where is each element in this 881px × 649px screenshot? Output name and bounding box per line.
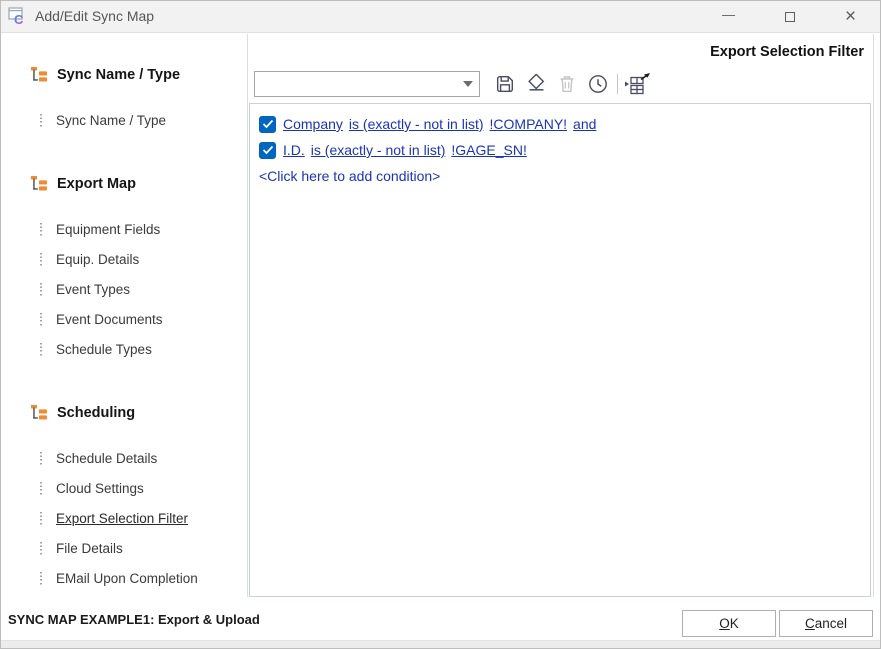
condition-conjunction-link[interactable]: and xyxy=(573,116,596,132)
drag-handle-icon xyxy=(40,253,42,266)
drag-handle-icon xyxy=(40,114,42,127)
sidebar-nav: Sync Name / Type Sync Name / Type Export… xyxy=(0,34,247,597)
chevron-down-icon xyxy=(463,81,473,87)
sidebar-item-event-documents[interactable]: Event Documents xyxy=(0,304,247,334)
minimize-button[interactable]: — xyxy=(698,0,759,33)
condition-operator-link[interactable]: is (exactly - not in list) xyxy=(311,142,446,158)
section-header-label: Export Map xyxy=(57,176,136,192)
condition-field-link[interactable]: I.D. xyxy=(283,142,305,158)
close-icon: × xyxy=(845,7,856,26)
condition-value-link[interactable]: !GAGE_SN! xyxy=(451,142,526,158)
sidebar-item-label: Event Documents xyxy=(56,312,163,327)
section-scheduling: Scheduling Schedule Details Cloud Settin… xyxy=(0,398,247,593)
drag-handle-icon xyxy=(40,572,42,585)
sidebar-item-label: Event Types xyxy=(56,282,130,297)
drag-handle-icon xyxy=(40,343,42,356)
window-controls: — × xyxy=(698,0,881,33)
section-header-label: Scheduling xyxy=(57,405,135,421)
sidebar-item-cloud-settings[interactable]: Cloud Settings xyxy=(0,473,247,503)
section-export-map: Export Map Equipment Fields Equip. Detai… xyxy=(0,169,247,364)
condition-row: I.D. is (exactly - not in list) !GAGE_SN… xyxy=(259,137,861,163)
drag-handle-icon xyxy=(40,452,42,465)
section-sync-name-type: Sync Name / Type Sync Name / Type xyxy=(0,60,247,135)
sidebar-item-schedule-types[interactable]: Schedule Types xyxy=(0,334,247,364)
sidebar-item-label: File Details xyxy=(56,541,123,556)
filter-toolbar xyxy=(254,70,867,97)
window-title: Add/Edit Sync Map xyxy=(35,8,154,24)
sidebar-item-file-details[interactable]: File Details xyxy=(0,533,247,563)
drag-handle-icon xyxy=(40,283,42,296)
add-edit-sync-map-dialog: C Add/Edit Sync Map — × xyxy=(0,0,881,649)
save-filter-button[interactable] xyxy=(489,70,520,97)
sidebar-item-event-types[interactable]: Event Types xyxy=(0,274,247,304)
section-header-scheduling: Scheduling xyxy=(0,398,247,428)
condition-field-link[interactable]: Company xyxy=(283,116,343,132)
drag-handle-icon xyxy=(40,512,42,525)
cancel-button-label: Cancel xyxy=(805,616,847,631)
maximize-button[interactable] xyxy=(759,0,820,33)
export-selection-filter-panel: Export Selection Filter xyxy=(247,34,874,597)
condition-row: Company is (exactly - not in list) !COMP… xyxy=(259,111,861,137)
sidebar-item-label: Sync Name / Type xyxy=(56,113,166,128)
sidebar-item-sync-name-type[interactable]: Sync Name / Type xyxy=(0,105,247,135)
panel-title: Export Selection Filter xyxy=(710,44,864,60)
sidebar-item-equipment-fields[interactable]: Equipment Fields xyxy=(0,214,247,244)
minimize-icon: — xyxy=(722,8,735,21)
drag-handle-icon xyxy=(40,223,42,236)
toolbar-separator xyxy=(617,74,618,94)
ok-button[interactable]: OK xyxy=(682,610,776,637)
check-icon xyxy=(262,119,274,129)
condition-operator-link[interactable]: is (exactly - not in list) xyxy=(349,116,484,132)
drag-handle-icon xyxy=(40,482,42,495)
sidebar-item-label: Cloud Settings xyxy=(56,481,144,496)
app-logo-icon: C xyxy=(8,6,28,26)
check-icon xyxy=(262,145,274,155)
sidebar-item-label: Schedule Types xyxy=(56,342,152,357)
add-condition-link[interactable]: <Click here to add condition> xyxy=(259,163,861,189)
sidebar-item-equip-details[interactable]: Equip. Details xyxy=(0,244,247,274)
dialog-buttons: OK Cancel xyxy=(682,610,873,637)
filter-history-button[interactable] xyxy=(582,70,613,97)
sidebar-item-export-selection-filter[interactable]: Export Selection Filter xyxy=(0,503,247,533)
sidebar-item-label: Schedule Details xyxy=(56,451,157,466)
sidebar-item-label: EMail Upon Completion xyxy=(56,571,198,586)
apply-filter-button[interactable] xyxy=(622,70,653,97)
clear-filter-button[interactable] xyxy=(520,70,551,97)
trash-icon xyxy=(558,74,576,94)
delete-filter-button[interactable] xyxy=(551,70,582,97)
sidebar-item-email-upon-completion[interactable]: EMail Upon Completion xyxy=(0,563,247,593)
tree-section-icon xyxy=(31,67,48,83)
sidebar-item-schedule-details[interactable]: Schedule Details xyxy=(0,443,247,473)
section-header-export-map: Export Map xyxy=(0,169,247,199)
eraser-icon xyxy=(524,74,548,94)
sidebar-item-label: Equip. Details xyxy=(56,252,139,267)
tree-section-icon xyxy=(31,176,48,192)
condition-checkbox[interactable] xyxy=(259,116,276,133)
condition-checkbox[interactable] xyxy=(259,142,276,159)
saved-filter-combobox[interactable] xyxy=(254,71,480,97)
section-header-sync-name-type: Sync Name / Type xyxy=(0,60,247,90)
sidebar-item-label: Export Selection Filter xyxy=(56,511,188,526)
sync-map-status-text: SYNC MAP EXAMPLE1: Export & Upload xyxy=(8,612,260,627)
close-button[interactable]: × xyxy=(820,0,881,33)
condition-value-link[interactable]: !COMPANY! xyxy=(490,116,568,132)
history-clock-icon xyxy=(587,73,609,95)
drag-handle-icon xyxy=(40,313,42,326)
apply-filter-tree-icon xyxy=(624,73,651,95)
bottom-strip xyxy=(0,640,881,649)
sidebar-item-label: Equipment Fields xyxy=(56,222,160,237)
maximize-icon xyxy=(785,12,795,22)
svg-text:C: C xyxy=(14,12,24,26)
conditions-area[interactable]: Company is (exactly - not in list) !COMP… xyxy=(249,103,871,597)
tree-section-icon xyxy=(31,405,48,421)
save-icon xyxy=(495,74,515,94)
cancel-button[interactable]: Cancel xyxy=(779,610,873,637)
section-header-label: Sync Name / Type xyxy=(57,67,180,83)
ok-button-label: OK xyxy=(719,616,739,631)
drag-handle-icon xyxy=(40,542,42,555)
titlebar: C Add/Edit Sync Map — × xyxy=(0,0,881,33)
